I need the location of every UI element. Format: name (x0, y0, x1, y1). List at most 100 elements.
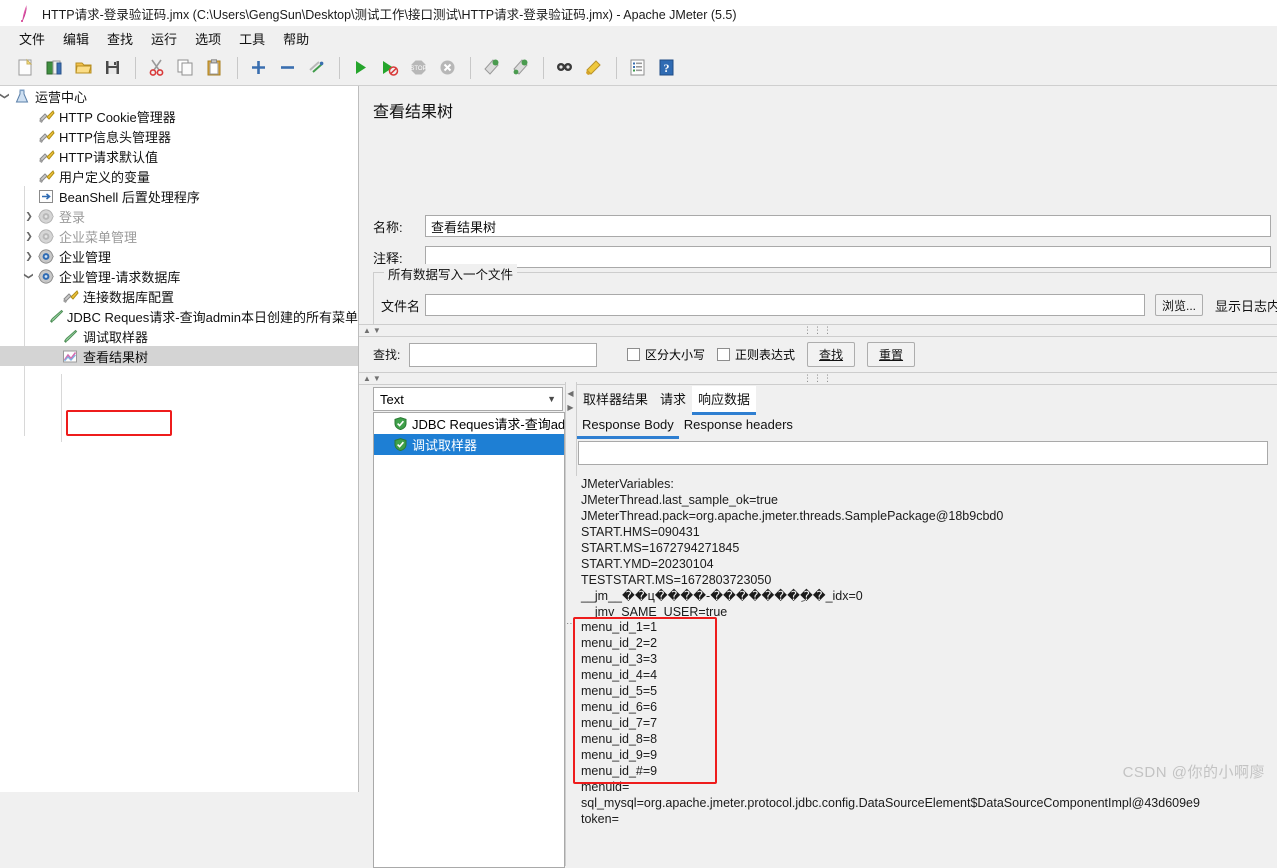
tree-node-label: 企业菜单管理 (59, 229, 138, 245)
tree-node-7[interactable]: ❯ 企业菜单管理 (0, 226, 358, 246)
tree-node-1[interactable]: HTTP Cookie管理器 (0, 106, 358, 126)
filename-row: 文件名 浏览... 显示日志内容 (381, 294, 1277, 316)
response-body-line: menu_id_3=3 (581, 652, 658, 666)
svg-text:?: ? (663, 61, 669, 75)
tree-node-11[interactable]: JDBC Reques请求-查询admin本日创建的所有菜单 (0, 306, 358, 326)
tab-request[interactable]: 请求 (654, 386, 692, 415)
chevron-down-icon[interactable]: ▼ (547, 394, 556, 404)
shutdown-icon[interactable] (434, 55, 460, 81)
splitter-grip-icon-2[interactable]: ⋮⋮⋮ (803, 373, 833, 384)
start-icon[interactable] (347, 55, 373, 81)
tree-node-10[interactable]: 连接数据库配置 (0, 286, 358, 306)
new-icon[interactable] (12, 55, 38, 81)
stop-icon[interactable]: STOP (405, 55, 431, 81)
clear-icon[interactable] (478, 55, 504, 81)
search-input[interactable] (409, 342, 597, 367)
menu-options[interactable]: 选项 (186, 27, 230, 50)
splitter-collapse-right-icon[interactable]: ▶ (566, 402, 575, 413)
name-input[interactable]: 查看结果树 (425, 215, 1271, 237)
function-helper-icon[interactable] (624, 55, 650, 81)
open-icon[interactable] (70, 55, 96, 81)
tree-node-12[interactable]: 调试取样器 (0, 326, 358, 346)
chevron-down-icon[interactable]: ❯ (0, 89, 15, 103)
splitter-top[interactable]: ▲▼ ⋮⋮⋮ (359, 324, 1277, 337)
tree-node-4[interactable]: 用户定义的变量 (0, 166, 358, 186)
response-body-line: __jmv_SAME_USER=true (581, 605, 728, 619)
tree-node-9[interactable]: ❯ 企业管理-请求数据库 (0, 266, 358, 286)
tree-node-13[interactable]: 查看结果树 (0, 346, 358, 366)
response-body-view[interactable]: JMeterVariables: JMeterThread.last_sample… (573, 476, 1277, 866)
sampler-result-label: JDBC Reques请求-查询admin本日创建的所有菜单 (412, 417, 565, 432)
save-icon[interactable] (99, 55, 125, 81)
splitter-arrows-icon[interactable]: ▲▼ (363, 326, 383, 335)
subtab-response-headers[interactable]: Response headers (679, 414, 798, 439)
tree-node-8[interactable]: ❯ 企业管理 (0, 246, 358, 266)
menu-file[interactable]: 文件 (10, 27, 54, 50)
status-success-shield-icon (394, 417, 407, 430)
paste-icon[interactable] (201, 55, 227, 81)
find-button-label: 查找 (819, 348, 844, 362)
tree-node-0[interactable]: ❯ 运营中心 (0, 86, 358, 106)
tree-node-3[interactable]: HTTP请求默认值 (0, 146, 358, 166)
cut-icon[interactable] (143, 55, 169, 81)
result-tabs[interactable]: 取样器结果 请求 响应数据 (577, 386, 757, 415)
chevron-right-icon[interactable]: ❯ (22, 246, 36, 266)
menu-edit[interactable]: 编辑 (54, 27, 98, 50)
regex-box-icon[interactable] (717, 348, 731, 361)
toggle-icon[interactable] (303, 55, 329, 81)
splitter-collapse-left-icon[interactable]: ◀ (566, 388, 575, 399)
tab-sampler-result[interactable]: 取样器结果 (577, 386, 654, 415)
response-body-line: menuid= (581, 780, 630, 794)
splitter-arrows-icon-2[interactable]: ▲▼ (363, 374, 383, 383)
sampler-result-list[interactable]: JDBC Reques请求-查询admin本日创建的所有菜单调试取样器 (373, 412, 565, 868)
tree-node-5[interactable]: BeanShell 后置处理程序 (0, 186, 358, 206)
toolbar-separator (470, 56, 471, 79)
collapse-all-icon[interactable] (274, 55, 300, 81)
start-no-pauses-icon[interactable] (376, 55, 402, 81)
menu-help[interactable]: 帮助 (274, 27, 318, 50)
response-body-line: menu_id_2=2 (581, 636, 658, 650)
chevron-right-icon[interactable]: ❯ (22, 226, 36, 246)
sampler-result-row[interactable]: JDBC Reques请求-查询admin本日创建的所有菜单 (374, 413, 564, 434)
chevron-right-icon[interactable]: ❯ (22, 206, 36, 226)
case-sensitive-checkbox[interactable]: 区分大小写 (627, 346, 705, 363)
case-sensitive-box-icon[interactable] (627, 348, 640, 361)
sampler-result-row[interactable]: 调试取样器 (374, 434, 564, 455)
search-icon[interactable] (551, 55, 577, 81)
menu-tools[interactable]: 工具 (230, 27, 274, 50)
menu-search[interactable]: 查找 (98, 27, 142, 50)
reset-button[interactable]: 重置 (867, 342, 916, 367)
toolbar-separator (339, 56, 340, 79)
response-find-input[interactable] (578, 441, 1268, 465)
subtab-response-body[interactable]: Response Body (577, 414, 679, 439)
tree-node-2[interactable]: HTTP信息头管理器 (0, 126, 358, 146)
filename-input[interactable] (425, 294, 1145, 316)
find-button[interactable]: 查找 (807, 342, 856, 367)
comment-input[interactable] (425, 246, 1271, 268)
clear-all-icon[interactable] (507, 55, 533, 81)
reset-search-icon[interactable] (580, 55, 606, 81)
response-subtabs[interactable]: Response Body Response headers (577, 414, 798, 439)
templates-icon[interactable] (41, 55, 67, 81)
test-plan-tree[interactable]: ❯ 运营中心 HTTP Cookie管理器 HTTP信息头管理器 HTTP请求默认值 用户… (0, 86, 359, 792)
expand-all-icon[interactable] (245, 55, 271, 81)
tab-response-data[interactable]: 响应数据 (692, 386, 757, 415)
regex-checkbox[interactable]: 正则表达式 (717, 346, 795, 363)
browse-button[interactable]: 浏览... (1155, 294, 1203, 316)
splitter-results[interactable]: ▲▼ ⋮⋮⋮ (359, 372, 1277, 385)
help-icon[interactable]: ? (653, 55, 679, 81)
tree-node-label: 登录 (59, 209, 86, 225)
toolbar: STOP ? (0, 50, 1277, 86)
response-body-line: START.MS=1672794271845 (581, 541, 740, 555)
tree-node-6[interactable]: ❯ 登录 (0, 206, 358, 226)
tree-node-label: 连接数据库配置 (83, 289, 175, 305)
splitter-grip-icon[interactable]: ⋮⋮⋮ (803, 325, 833, 336)
chevron-down-icon[interactable]: ❯ (19, 269, 39, 283)
copy-icon[interactable] (172, 55, 198, 81)
renderer-select[interactable]: Text ▼ (373, 387, 563, 411)
menu-run[interactable]: 运行 (142, 27, 186, 50)
